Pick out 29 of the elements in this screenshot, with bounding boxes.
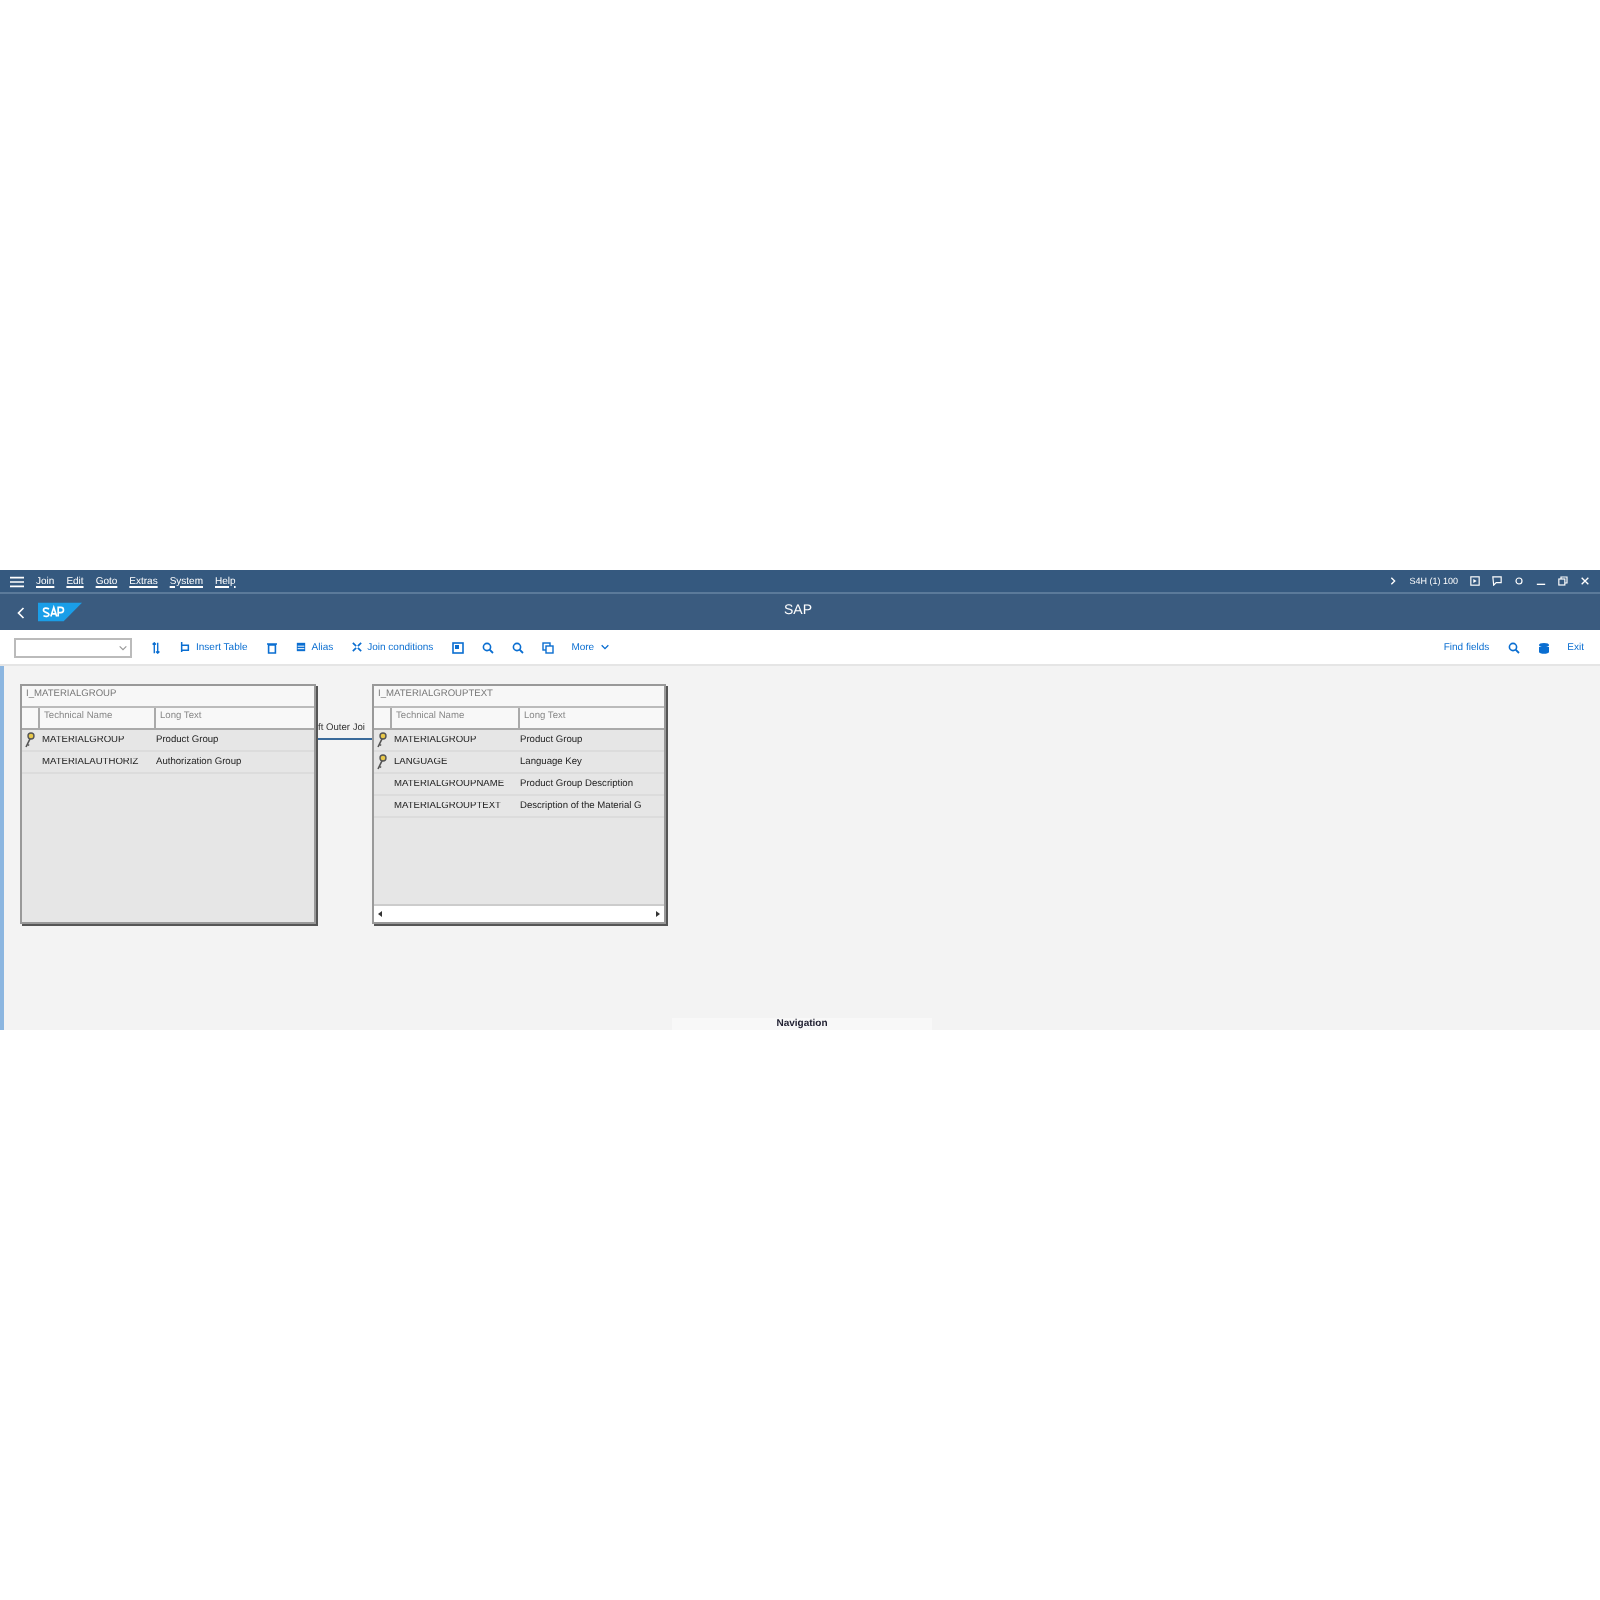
caret-icon	[118, 643, 128, 651]
comment-icon[interactable]	[1492, 576, 1502, 586]
back-icon[interactable]	[16, 605, 26, 619]
caret-icon	[600, 642, 611, 652]
dropdown-field[interactable]	[14, 637, 132, 657]
key-icon	[24, 732, 36, 748]
key-icon	[376, 732, 388, 748]
list-icon	[295, 642, 306, 652]
zoom-out-icon[interactable]	[511, 641, 524, 653]
play-icon[interactable]	[1470, 576, 1480, 586]
copy-icon[interactable]	[541, 641, 554, 653]
delete-icon[interactable]	[265, 641, 278, 653]
logo-icon	[38, 602, 82, 622]
restore-icon[interactable]	[1558, 576, 1568, 586]
search-icon[interactable]	[1507, 641, 1520, 653]
insert-table-icon	[180, 642, 190, 652]
fit-screen-icon[interactable]	[451, 641, 464, 653]
zoom-in-icon[interactable]	[481, 641, 494, 653]
close-icon[interactable]	[1580, 576, 1590, 586]
database-icon[interactable]	[1537, 641, 1550, 653]
scroll-left-icon[interactable]	[374, 908, 386, 920]
join-line	[316, 738, 372, 740]
horizontal-scrollbar[interactable]	[374, 904, 664, 922]
expand-icon	[351, 642, 362, 652]
scroll-right-icon[interactable]	[652, 908, 664, 920]
menu-icon[interactable]	[10, 575, 24, 587]
chevron-right-icon[interactable]	[1387, 576, 1398, 586]
swap-icon[interactable]	[150, 641, 162, 653]
key-icon	[376, 754, 388, 770]
